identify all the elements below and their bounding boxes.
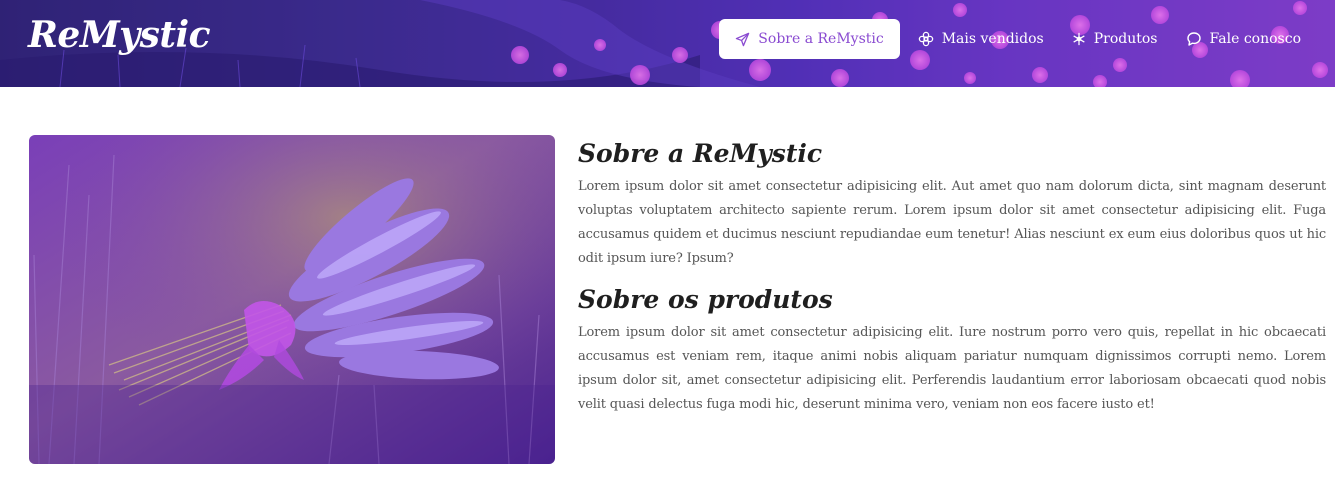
lavender-bouquet-image — [29, 135, 555, 464]
nav-produtos[interactable]: Produtos — [1058, 19, 1172, 59]
header-banner: ReMystic Sobre a ReMystic Mais vendidos … — [0, 0, 1335, 87]
nav-label: Fale conosco — [1209, 31, 1302, 47]
brand-logo[interactable]: ReMystic — [28, 14, 211, 56]
about-text: Sobre a ReMystic Lorem ipsum dolor sit a… — [578, 137, 1326, 417]
nav-label: Mais vendidos — [941, 31, 1044, 47]
section-title-sobre-a-remystic: Sobre a ReMystic — [578, 139, 823, 168]
main-content: Sobre a ReMystic Lorem ipsum dolor sit a… — [0, 87, 1335, 497]
nav-label: Produtos — [1093, 31, 1158, 47]
flower-icon — [918, 31, 934, 47]
section-body-sobre-os-produtos: Lorem ipsum dolor sit amet consectetur a… — [578, 325, 1326, 412]
snowflake-icon — [1072, 32, 1086, 46]
main-nav: Sobre a ReMystic Mais vendidos Produtos … — [719, 19, 1315, 59]
chat-bubble-icon — [1186, 31, 1202, 47]
nav-mais-vendidos[interactable]: Mais vendidos — [904, 19, 1058, 59]
send-icon — [735, 32, 750, 47]
nav-sobre-a-remystic[interactable]: Sobre a ReMystic — [719, 19, 900, 59]
nav-fale-conosco[interactable]: Fale conosco — [1172, 19, 1316, 59]
section-body-sobre-a-remystic: Lorem ipsum dolor sit amet consectetur a… — [578, 179, 1326, 266]
section-title-sobre-os-produtos: Sobre os produtos — [578, 285, 833, 314]
nav-label: Sobre a ReMystic — [758, 31, 884, 47]
